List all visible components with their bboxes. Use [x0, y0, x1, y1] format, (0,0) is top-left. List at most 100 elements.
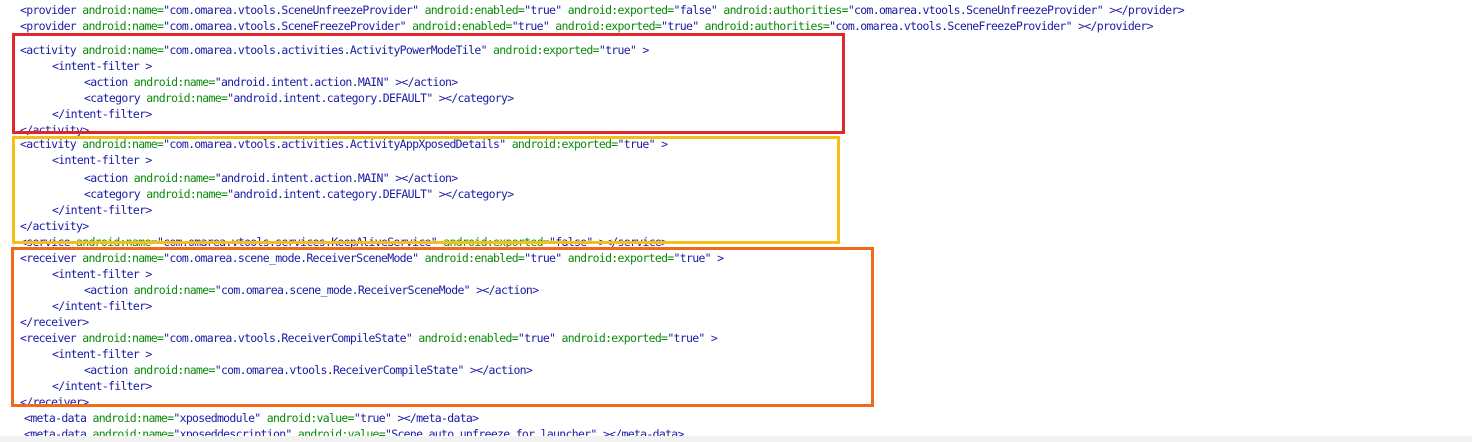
xml-attribute-token: android:name=	[133, 283, 216, 297]
xml-tag-token: ></provider>	[1109, 3, 1184, 17]
code-line: <intent-filter >	[52, 266, 152, 282]
xml-tag-token: >	[642, 43, 649, 57]
xml-value-token: "true"	[511, 19, 556, 33]
xml-attribute-token: android:enabled=	[412, 19, 512, 33]
xml-value-token: "android.intent.action.MAIN"	[214, 171, 396, 185]
xml-tag-token: ></action>	[476, 283, 539, 297]
code-line: <activity android:name="com.omarea.vtool…	[20, 42, 649, 58]
xml-attribute-token: android:exported=	[567, 251, 675, 265]
xml-tag-token: ></service>	[598, 235, 668, 249]
xml-value-token: "com.omarea.vtools.ReceiverCompileState"	[163, 331, 419, 345]
xml-tag-token: <provider	[20, 3, 83, 17]
xml-attribute-token: android:exported=	[561, 331, 669, 345]
code-line: <action android:name="android.intent.act…	[84, 170, 458, 186]
xml-attribute-token: android:exported=	[511, 137, 619, 151]
code-line: <action android:name="android.intent.act…	[84, 74, 458, 90]
xml-tag-token: ></provider>	[1078, 19, 1153, 33]
xml-value-token: "com.omarea.scene_mode.ReceiverSceneMode…	[163, 251, 425, 265]
code-line: </intent-filter>	[52, 298, 152, 314]
xml-value-token: "true"	[661, 19, 705, 33]
code-line: <intent-filter >	[52, 346, 152, 362]
code-line: <provider android:name="com.omarea.vtool…	[20, 18, 1153, 34]
xml-value-token: "com.omarea.vtools.ReceiverCompileState"	[214, 363, 470, 377]
xml-attribute-token: android:name=	[82, 19, 164, 33]
code-line: </receiver>	[20, 394, 89, 410]
xml-value-token: "android.intent.action.MAIN"	[214, 75, 396, 89]
xml-tag-token: <category	[84, 187, 147, 201]
xml-attribute-token: android:name=	[82, 3, 164, 17]
code-line: <category android:name="android.intent.c…	[84, 186, 514, 202]
xml-value-token: "true"	[524, 251, 568, 265]
code-line: <category android:name="android.intent.c…	[84, 90, 514, 106]
code-line: </receiver>	[20, 314, 89, 330]
xml-tag-token: >	[710, 331, 718, 345]
xml-tag-token: <action	[84, 75, 134, 89]
xml-value-token: "xposedmodule"	[173, 411, 267, 425]
xml-attribute-token: android:authorities=	[704, 19, 830, 33]
xml-value-token: "true"	[517, 331, 562, 345]
xml-value-token: "true"	[673, 251, 718, 265]
scroll-edge-strip	[0, 436, 1472, 442]
xml-value-token: "android.intent.category.DEFAULT"	[227, 187, 439, 201]
xml-tag-token: <action	[84, 363, 134, 377]
xml-value-token: "com.omarea.vtools.activities.ActivityAp…	[163, 137, 512, 151]
xml-value-token: "com.omarea.vtools.activities.ActivityPo…	[163, 43, 494, 57]
xml-attribute-token: android:name=	[133, 75, 216, 89]
xml-tag-token: </intent-filter>	[52, 379, 152, 393]
code-line: <intent-filter >	[52, 58, 152, 74]
xml-attribute-token: android:exported=	[493, 43, 600, 57]
xml-tag-token: <receiver	[20, 251, 83, 265]
xml-tag-token: <meta-data	[24, 411, 93, 425]
code-line: <activity android:name="com.omarea.vtool…	[20, 136, 668, 152]
xml-tag-token: <category	[84, 91, 147, 105]
xml-tag-token: <intent-filter >	[52, 347, 152, 361]
xml-value-token: "true"	[598, 43, 643, 57]
xml-value-token: "com.omarea.scene_mode.ReceiverSceneMode…	[214, 283, 477, 297]
xml-attribute-token: android:name=	[133, 171, 216, 185]
xml-tag-token: <service	[20, 235, 77, 249]
xml-attribute-token: android:exported=	[567, 3, 675, 17]
code-line: </activity>	[20, 218, 89, 234]
xml-tag-token: ></action>	[395, 171, 458, 185]
code-line: <intent-filter >	[52, 152, 152, 168]
code-line: </intent-filter>	[52, 378, 152, 394]
xml-tag-token: <receiver	[20, 331, 83, 345]
xml-tag-token: </receiver>	[20, 395, 89, 409]
xml-value-token: "true"	[667, 331, 711, 345]
xml-attribute-token: android:name=	[82, 43, 164, 57]
xml-tag-token: <action	[84, 283, 134, 297]
xml-tag-token: ></action>	[395, 75, 458, 89]
xml-tag-token: >	[717, 251, 724, 265]
xml-tag-token: ></category>	[438, 91, 514, 105]
xml-attribute-token: android:exported=	[555, 19, 662, 33]
xml-tag-token: ></meta-data>	[397, 411, 479, 425]
xml-tag-token: <intent-filter >	[52, 153, 152, 167]
code-line: <receiver android:name="com.omarea.scene…	[20, 250, 724, 266]
xml-attribute-token: android:name=	[146, 91, 228, 105]
xml-value-token: "false"	[673, 3, 724, 17]
xml-attribute-token: android:name=	[133, 363, 216, 377]
xml-attribute-token: android:authorities=	[723, 3, 848, 17]
xml-value-token: "true"	[617, 137, 662, 151]
xml-tag-token: <action	[84, 171, 134, 185]
xml-tag-token: </intent-filter>	[52, 107, 152, 121]
xml-attribute-token: android:name=	[92, 411, 174, 425]
xml-tag-token: <activity	[20, 43, 83, 57]
code-line: <service android:name="com.omarea.vtools…	[20, 234, 668, 250]
xml-tag-token: ></action>	[469, 363, 533, 377]
xml-attribute-token: android:enabled=	[424, 251, 525, 265]
code-line: <action android:name="com.omarea.vtools.…	[84, 362, 533, 378]
xml-attribute-token: android:name=	[82, 251, 164, 265]
xml-attribute-token: android:exported=	[443, 235, 550, 249]
xml-value-token: "android.intent.category.DEFAULT"	[227, 91, 439, 105]
code-line: </intent-filter>	[52, 106, 152, 122]
xml-tag-token: </intent-filter>	[52, 299, 152, 313]
xml-tag-token: </activity>	[20, 123, 89, 137]
code-line: <action android:name="com.omarea.scene_m…	[84, 282, 539, 298]
xml-tag-token: >	[661, 137, 668, 151]
code-line: <meta-data android:name="xposedmodule" a…	[24, 410, 479, 426]
xml-attribute-token: android:name=	[146, 187, 228, 201]
code-line: <receiver android:name="com.omarea.vtool…	[20, 330, 718, 346]
xml-tag-token: <intent-filter >	[52, 267, 152, 281]
xml-tag-token: </receiver>	[20, 315, 89, 329]
